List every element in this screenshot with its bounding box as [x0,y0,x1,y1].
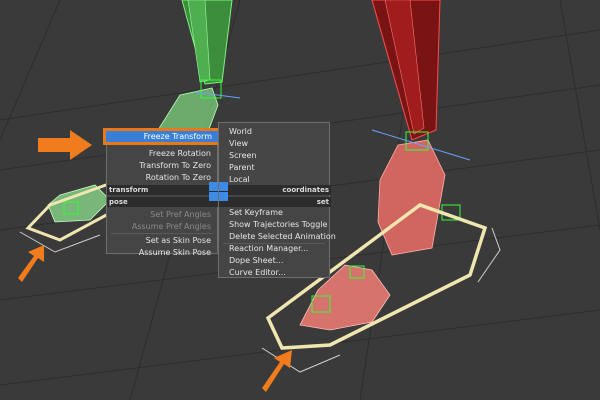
pose-header: pose [107,197,219,207]
set-header: set [219,197,331,207]
quad-menu-right: World View Screen Parent Local coordinat… [218,122,336,278]
menu-item-set-as-skin-pose[interactable]: Set as Skin Pose [107,235,211,246]
menu-separator [111,233,213,234]
menu-item-curve-editor[interactable]: Curve Editor... [229,267,286,278]
menu-item-screen[interactable]: Screen [229,150,257,161]
coordinates-header: coordinates [219,185,331,195]
menu-item-assume-pref-angles[interactable]: Assume Pref Angles [107,221,211,232]
viewport[interactable]: Freeze Transform Freeze Rotation Transfo… [0,0,600,400]
menu-item-freeze-rotation[interactable]: Freeze Rotation [107,148,211,159]
menu-item-freeze-transform[interactable]: Freeze Transform [103,128,221,145]
menu-item-dope-sheet[interactable]: Dope Sheet... [229,255,283,266]
menu-item-show-trajectories-toggle[interactable]: Show Trajectories Toggle [229,219,327,230]
quad-center-square[interactable] [219,182,228,191]
menu-item-reaction-manager[interactable]: Reaction Manager... [229,243,308,254]
quad-menu-left: Freeze Transform Freeze Rotation Transfo… [103,128,221,257]
menu-item-transform-to-zero[interactable]: Transform To Zero [107,160,211,171]
quad-center-square[interactable] [209,192,218,201]
menu-item-world[interactable]: World [229,126,252,137]
menu-item-rotation-to-zero[interactable]: Rotation To Zero [107,172,211,183]
menu-item-parent[interactable]: Parent [229,162,255,173]
menu-item-local[interactable]: Local [229,174,250,185]
quad-center-square[interactable] [209,182,218,191]
menu-item-delete-selected-animation[interactable]: Delete Selected Animation [229,231,336,242]
transform-header: transform [107,185,219,195]
menu-item-view[interactable]: View [229,138,248,149]
menu-item-set-keyframe[interactable]: Set Keyframe [229,207,283,218]
menu-item-set-pref-angles[interactable]: Set Pref Angles [107,209,211,220]
menu-item-assume-skin-pose[interactable]: Assume Skin Pose [107,247,211,258]
quad-center-square[interactable] [219,192,228,201]
